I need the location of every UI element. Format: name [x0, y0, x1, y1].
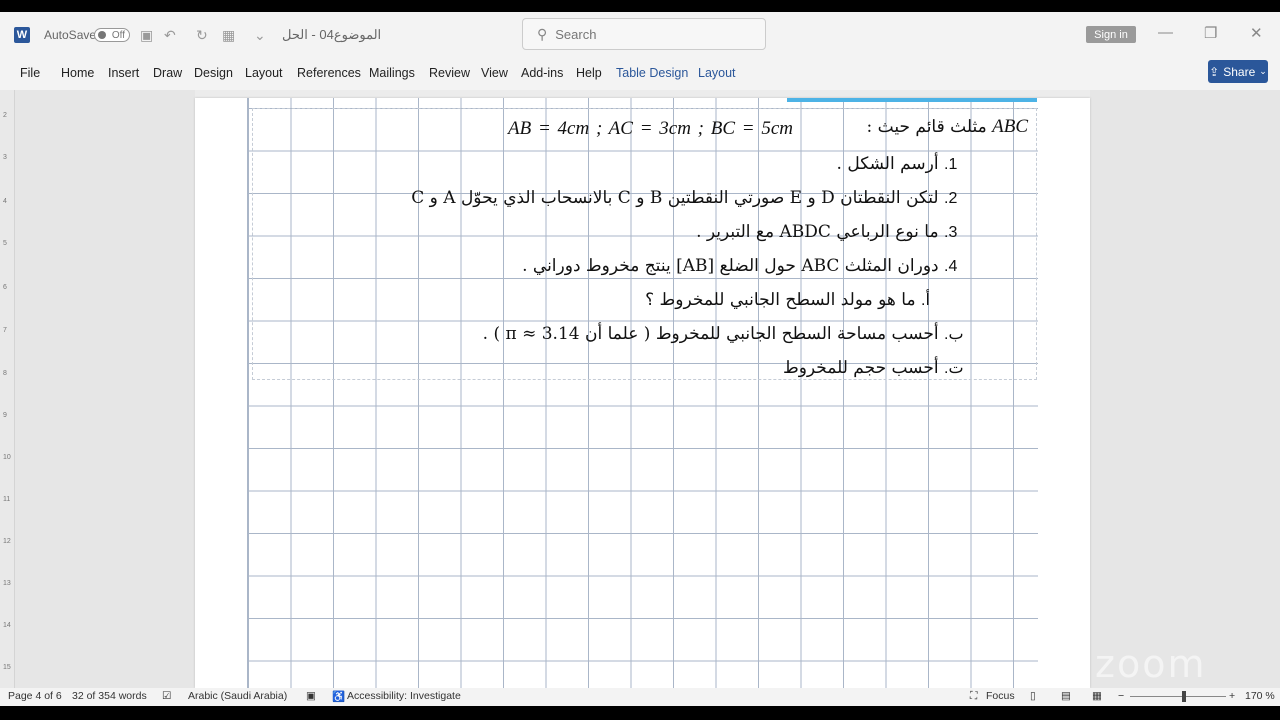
triangle-statement: ABC مثلث قائم حيث :: [867, 116, 1028, 138]
tab-layout[interactable]: Layout: [245, 66, 283, 80]
side-lengths: AB = 4cm ; AC = 3cm ; BC = 5cm: [508, 118, 794, 139]
share-button[interactable]: ⇪ Share ⌄: [1208, 60, 1268, 83]
focus-icon[interactable]: ⛶: [970, 690, 977, 703]
proofing-icon[interactable]: ☑: [162, 690, 171, 702]
document-page[interactable]: AB = 4cm ; AC = 3cm ; BC = 5cm ABC مثلث …: [195, 98, 1090, 688]
macro-icon[interactable]: ▣: [306, 690, 316, 702]
restore-icon[interactable]: ❐: [1204, 24, 1217, 42]
tab-view[interactable]: View: [481, 66, 508, 80]
tab-references[interactable]: References: [297, 66, 361, 80]
zoom-level[interactable]: 170 %: [1245, 690, 1275, 702]
close-icon[interactable]: ✕: [1250, 24, 1263, 42]
selection-highlight: [787, 98, 1037, 102]
list-item: أ. ما هو مولد السطح الجانبي للمخروط ؟: [645, 290, 930, 310]
document-title[interactable]: الموضوع04 - الحل: [282, 12, 381, 58]
zoom-out-icon[interactable]: −: [1118, 690, 1124, 702]
zoom-slider[interactable]: [1130, 696, 1226, 697]
word-logo-icon: W: [14, 27, 30, 43]
zoom-watermark: zoom: [1095, 642, 1207, 686]
list-item: 2. لتكن النقطتان D و E صورتي النقطتين B …: [411, 188, 958, 208]
document-area: 2 3 4 5 6 7 8 9 10 11 12 13 14 15 AB = 4cm ; AC = 3cm…: [0, 90, 1280, 688]
autosave-label: AutoSave: [44, 28, 97, 42]
accessibility-status[interactable]: Accessibility: Investigate: [347, 690, 461, 702]
tab-insert[interactable]: Insert: [108, 66, 139, 80]
share-icon: ⇪: [1209, 64, 1220, 79]
web-layout-icon[interactable]: ▦: [1092, 690, 1102, 702]
autosave-toggle[interactable]: Off: [94, 28, 130, 42]
word-window: W AutoSave Off ▣ ↶ ↻ ▦ ⌄ الموضوع04 - الح…: [0, 12, 1280, 706]
zoom-slider-thumb[interactable]: [1182, 691, 1186, 702]
print-layout-icon[interactable]: ▤: [1061, 690, 1071, 702]
list-item: 3. ما نوع الرباعي ABDC مع التبرير .: [696, 222, 958, 242]
table-icon[interactable]: ▦: [222, 27, 235, 44]
tab-table-layout[interactable]: Layout: [698, 66, 736, 80]
triangle-name: ABC: [992, 116, 1028, 137]
list-item: ب. أحسب مساحة السطح الجانبي للمخروط ( عل…: [482, 324, 964, 344]
list-item: 1. أرسم الشكل .: [836, 154, 958, 174]
tab-mailings[interactable]: Mailings: [369, 66, 415, 80]
read-mode-icon[interactable]: ▯: [1030, 690, 1036, 702]
page-count[interactable]: Page 4 of 6: [8, 690, 62, 702]
search-placeholder: Search: [555, 26, 597, 42]
save-icon[interactable]: ▣: [140, 27, 153, 44]
share-label: Share: [1223, 64, 1256, 79]
undo-icon[interactable]: ↶: [164, 27, 176, 44]
status-bar: Page 4 of 6 32 of 354 words ☑ Arabic (Sa…: [0, 688, 1280, 706]
language[interactable]: Arabic (Saudi Arabia): [188, 690, 287, 702]
tab-help[interactable]: Help: [576, 66, 602, 80]
word-count[interactable]: 32 of 354 words: [72, 690, 147, 702]
chevron-down-icon: ⌄: [1259, 66, 1267, 76]
focus-button[interactable]: Focus: [986, 690, 1015, 702]
accessibility-icon[interactable]: ♿: [332, 690, 345, 703]
minimize-icon[interactable]: —: [1158, 24, 1173, 41]
ribbon-tabs: File Home Insert Draw Design Layout Refe…: [0, 58, 1280, 88]
autosave-state: Off: [111, 29, 125, 41]
redo-icon[interactable]: ↻: [196, 27, 208, 44]
sign-in-button[interactable]: Sign in: [1086, 26, 1136, 43]
list-item: ت. أحسب حجم للمخروط: [782, 358, 964, 378]
list-item: 4. دوران المثلث ABC حول الضلع [AB] ينتج …: [522, 256, 958, 276]
tab-file[interactable]: File: [20, 66, 40, 80]
triangle-statement-text: مثلث قائم حيث :: [866, 117, 987, 137]
tab-table-design[interactable]: Table Design: [616, 66, 688, 80]
zoom-in-icon[interactable]: +: [1229, 690, 1235, 702]
search-icon: ⚲: [537, 25, 548, 42]
tab-design[interactable]: Design: [194, 66, 233, 80]
tab-review[interactable]: Review: [429, 66, 470, 80]
search-box[interactable]: ⚲ Search: [522, 18, 766, 50]
title-bar: W AutoSave Off ▣ ↶ ↻ ▦ ⌄ الموضوع04 - الح…: [0, 12, 1280, 58]
tab-add-ins[interactable]: Add-ins: [521, 66, 563, 80]
customize-qat-icon[interactable]: ⌄: [254, 27, 266, 44]
vertical-ruler: 2 3 4 5 6 7 8 9 10 11 12 13 14 15: [0, 90, 15, 688]
tab-home[interactable]: Home: [61, 66, 94, 80]
tab-draw[interactable]: Draw: [153, 66, 182, 80]
